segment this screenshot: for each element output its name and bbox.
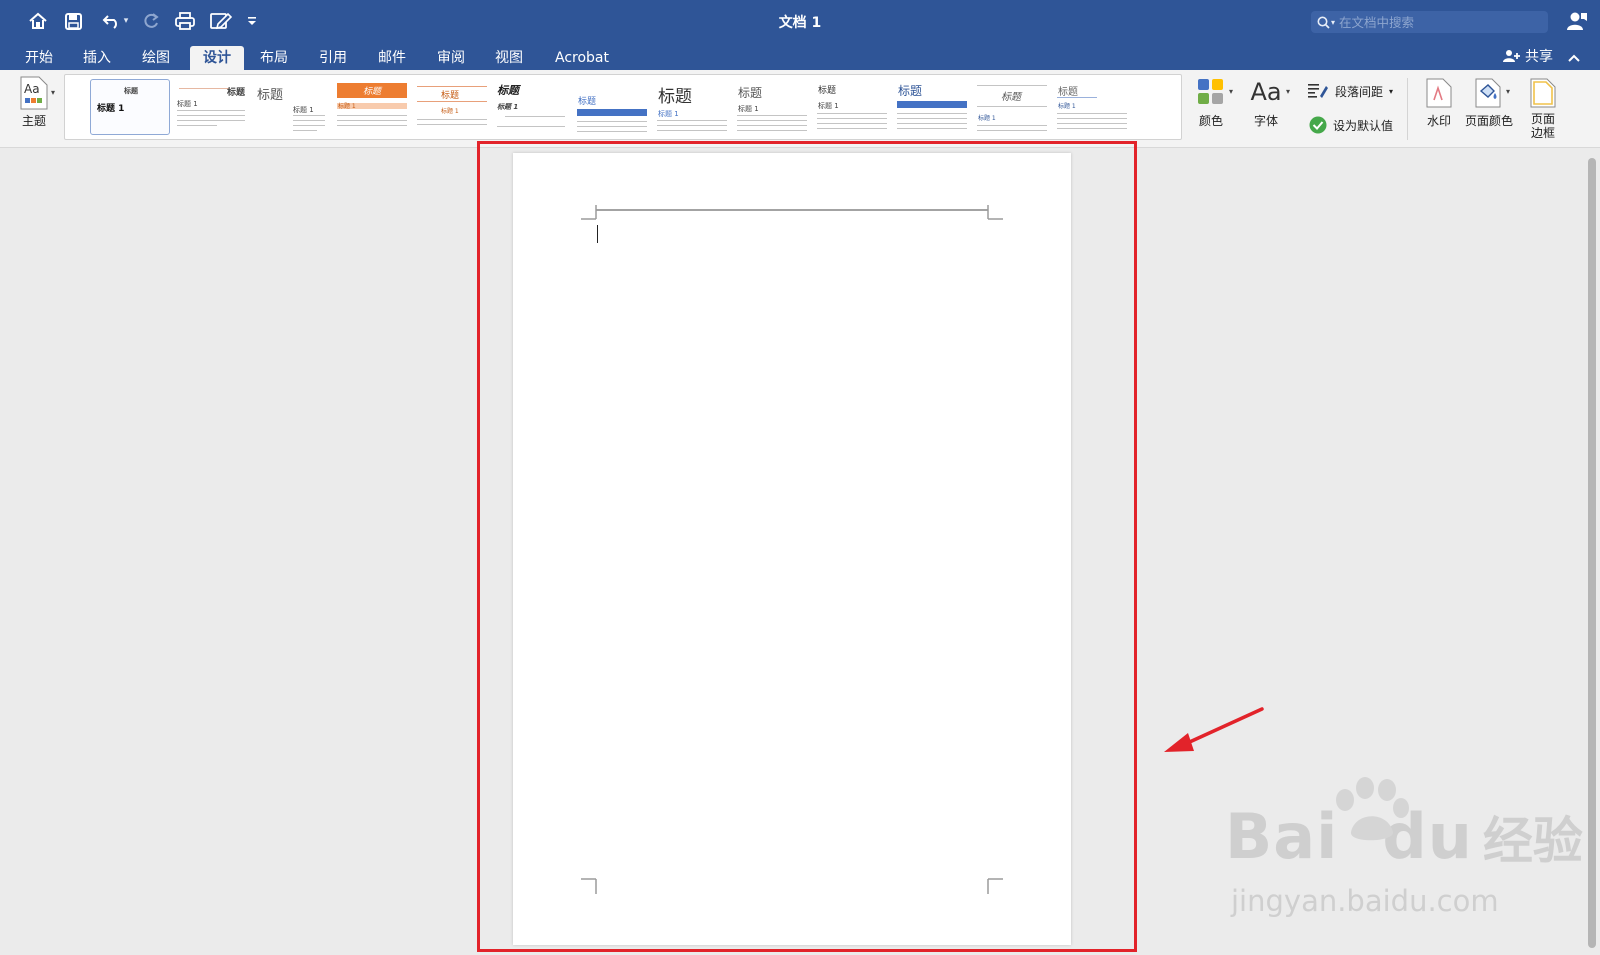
style-set-item[interactable]: 标题 标题 1 <box>415 79 491 135</box>
style-set-item[interactable]: 标题 <box>575 79 651 135</box>
themes-dropdown-icon[interactable]: ▾ <box>51 88 55 97</box>
page-color-icon <box>1475 78 1501 108</box>
title-bar: ▾ 文档 1 ▾ <box>0 0 1600 42</box>
undo-icon[interactable]: ▾ <box>96 8 134 34</box>
paragraph-spacing-icon <box>1308 84 1328 98</box>
style-set-item[interactable]: 标题 标题 1 <box>735 79 811 135</box>
account-icon[interactable] <box>1566 10 1590 34</box>
paragraph-spacing-button[interactable]: 段落间距 ▾ <box>1307 82 1393 100</box>
review-edit-icon[interactable] <box>208 8 234 34</box>
style-set-gallery: 标题 标题 1 标题 标题 1 标题 标题 1 标题 标题 1 标题 标题 1 … <box>64 74 1182 140</box>
set-as-default-button[interactable]: 设为默认值 <box>1309 116 1393 134</box>
page-borders-label-line2: 边框 <box>1530 126 1555 140</box>
color-palette-icon <box>1198 79 1223 104</box>
paragraph-spacing-dropdown-icon[interactable]: ▾ <box>1389 87 1393 96</box>
style-set-item[interactable]: 标题 标题 1 <box>1055 79 1131 135</box>
page-color-dropdown-icon[interactable]: ▾ <box>1506 87 1510 96</box>
checkmark-circle-icon <box>1309 116 1327 134</box>
vertical-scrollbar[interactable] <box>1588 158 1596 948</box>
tab-layout[interactable]: 布局 <box>253 46 295 70</box>
tab-home[interactable]: 开始 <box>18 46 60 70</box>
search-icon[interactable]: ▾ <box>1317 16 1335 29</box>
tab-view[interactable]: 视图 <box>488 46 530 70</box>
tab-draw[interactable]: 绘图 <box>135 46 177 70</box>
themes-label: 主题 <box>21 114 46 128</box>
search-input[interactable] <box>1339 14 1530 30</box>
paragraph-spacing-label: 段落间距 <box>1335 84 1384 99</box>
fonts-button[interactable]: Aa 字体 <box>1246 78 1286 128</box>
tab-acrobat[interactable]: Acrobat <box>548 46 616 70</box>
tab-references[interactable]: 引用 <box>312 46 354 70</box>
colors-dropdown-icon[interactable]: ▾ <box>1229 87 1233 96</box>
themes-icon: Aa <box>20 76 48 110</box>
collapse-ribbon-icon[interactable] <box>1568 48 1580 67</box>
text-cursor <box>597 225 598 243</box>
fonts-icon: Aa <box>1250 78 1282 106</box>
share-button[interactable]: 共享 <box>1503 46 1553 66</box>
watermark-button[interactable]: 水印 <box>1422 78 1456 128</box>
customize-toolbar-icon[interactable] <box>244 8 260 34</box>
style-set-item[interactable]: 标题 标题 1 <box>335 79 411 135</box>
page-color-button[interactable]: 页面颜色 <box>1463 78 1515 128</box>
tab-mailings[interactable]: 邮件 <box>371 46 413 70</box>
ribbon-tab-bar: 开始 插入 绘图 设计 布局 引用 邮件 审阅 视图 Acrobat 共享 <box>0 42 1600 70</box>
page-margin-marks <box>581 205 1003 894</box>
share-label: 共享 <box>1525 49 1553 65</box>
page-borders-button[interactable]: 页面 边框 <box>1526 78 1560 140</box>
page-borders-icon <box>1530 78 1556 108</box>
colors-label: 颜色 <box>1198 114 1223 128</box>
redo-icon[interactable] <box>140 8 164 34</box>
add-person-icon <box>1503 50 1520 62</box>
style-set-item[interactable]: 标题 标题 1 <box>975 79 1051 135</box>
style-set-item[interactable]: 标题 <box>895 79 971 135</box>
baidu-jingyan-watermark: Bai du 经验 jingyan.baidu.com <box>1225 777 1583 918</box>
style-set-item[interactable]: 标题 标题 1 <box>90 79 170 135</box>
fonts-dropdown-icon[interactable]: ▾ <box>1286 87 1290 96</box>
watermark-icon <box>1426 78 1452 108</box>
paw-print-icon <box>1336 777 1409 841</box>
style-set-item[interactable]: 标题 标题 1 <box>495 79 571 135</box>
design-ribbon: Aa 主题 ▾ 标题 标题 1 标题 标题 1 标题 标题 1 标题 标题 1 … <box>0 70 1600 148</box>
undo-dropdown-icon[interactable]: ▾ <box>124 16 129 26</box>
style-set-item[interactable]: 标题 标题 1 <box>655 79 731 135</box>
page-color-label: 页面颜色 <box>1464 114 1513 128</box>
ribbon-separator <box>1407 78 1408 140</box>
style-set-item[interactable]: 标题 标题 1 <box>815 79 891 135</box>
tab-review[interactable]: 审阅 <box>430 46 472 70</box>
home-icon[interactable] <box>26 8 50 34</box>
search-box[interactable]: ▾ <box>1311 11 1548 33</box>
tab-design[interactable]: 设计 <box>190 46 244 70</box>
style-set-item[interactable]: 标题 标题 1 <box>175 79 251 135</box>
colors-button[interactable]: 颜色 <box>1191 78 1231 128</box>
save-icon[interactable] <box>62 8 84 34</box>
fonts-label: 字体 <box>1253 114 1278 128</box>
print-icon[interactable] <box>173 8 197 34</box>
set-as-default-label: 设为默认值 <box>1333 118 1394 133</box>
svg-text:Aa: Aa <box>24 82 40 96</box>
style-set-item[interactable]: 标题 标题 1 <box>255 79 331 135</box>
watermark-label: 水印 <box>1426 114 1451 128</box>
themes-button[interactable]: Aa 主题 <box>14 76 54 128</box>
document-page[interactable] <box>513 153 1071 945</box>
tab-insert[interactable]: 插入 <box>76 46 118 70</box>
page-borders-label-line1: 页面 <box>1530 112 1555 126</box>
